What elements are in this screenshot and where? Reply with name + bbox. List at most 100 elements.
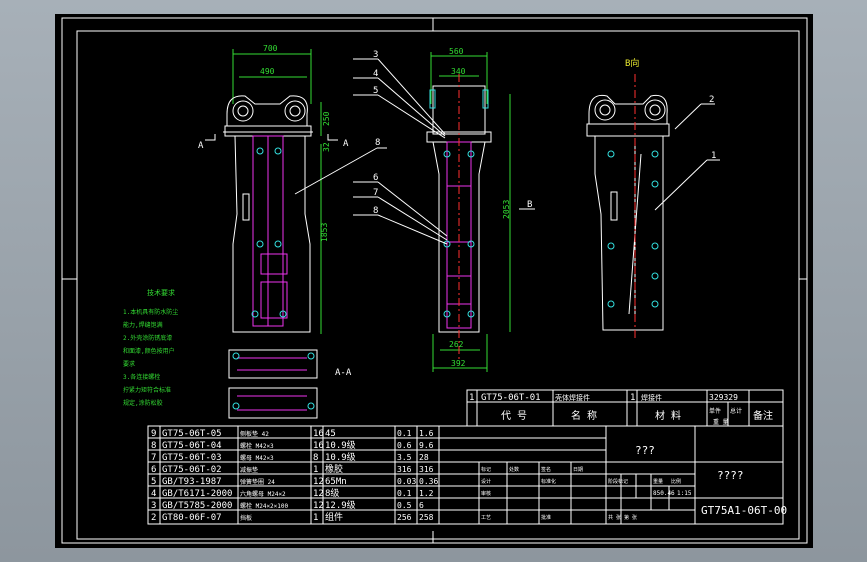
part-qty: 12 [313, 501, 324, 511]
part-w2: 6 [419, 501, 424, 510]
title-row-mat: 焊接件 [641, 393, 662, 402]
label-sign: 签名 [541, 466, 551, 473]
part-w2: 0.36 [419, 477, 438, 486]
label-mark: 标记 [481, 466, 491, 473]
part-name: 挡板 [240, 514, 252, 522]
part-code: GT75-06T-04 [162, 441, 222, 451]
part-no: 8 [151, 441, 156, 451]
part-code: GB/T93-1987 [162, 477, 222, 487]
title-row-no: 1 [469, 393, 474, 403]
part-no: 6 [151, 465, 156, 475]
part-w1: 0.03 [397, 477, 416, 486]
part-no: 5 [151, 477, 156, 487]
cad-viewport: 700 490 250 32 1853 A A 8 A-A 560 340 20… [0, 0, 867, 562]
balloon-8: 7 [373, 188, 378, 198]
label-sheet: 共 张 第 张 [608, 514, 637, 521]
part-w1: 0.5 [397, 501, 412, 510]
part-qty: 16 [313, 441, 324, 451]
part-w1: 0.1 [397, 489, 412, 498]
notes-title: 技术要求 [147, 288, 175, 297]
part-name: 螺栓 M24×2×100 [240, 502, 289, 510]
dim-700: 700 [263, 44, 278, 53]
title-row-qty: 1 [630, 393, 635, 403]
side-view: 560 340 2053 262 392 B 3 4 5 6 7 8 [353, 47, 535, 372]
part-qty: 1 [313, 513, 318, 523]
part-qty: 16 [313, 429, 324, 439]
part-name: 螺栓 M42×3 [240, 442, 274, 450]
part-qty: 12 [313, 489, 324, 499]
part-name: 螺母 M42×3 [240, 454, 274, 462]
section-a-right: A [343, 139, 349, 149]
section-a-left: A [198, 141, 204, 151]
front-view: 700 490 250 32 1853 A A 8 [198, 44, 387, 334]
part-mat: 12.9级 [325, 499, 356, 511]
parts-header: 1 GT75-06T-01 壳体焊接件 1 焊接件 329329 代 号 名 称… [466, 389, 784, 427]
notes-line: 3.各连接螺栓 [123, 373, 160, 381]
scale-value: 1:15 [677, 490, 692, 497]
part-mat: 8级 [325, 487, 339, 499]
notes-line: 和面漆,颜色按用户 [123, 347, 175, 355]
part-w2: 316 [419, 465, 434, 474]
technical-notes: 技术要求 1.本机具有防水防尘 能力,焊缝饱满 2.外壳涂防锈底漆 和面漆,颜色… [123, 288, 178, 407]
part-code: GB/T6171-2000 [162, 489, 232, 499]
part-w2: 1.2 [419, 489, 434, 498]
notes-line: 能力,焊缝饱满 [123, 321, 163, 329]
dim-250: 250 [322, 111, 331, 126]
part-mat: 10.9级 [325, 439, 356, 451]
part-w1: 0.1 [397, 429, 412, 438]
section-aa-label: A-A [335, 368, 352, 378]
notes-line: 1.本机具有防水防尘 [123, 308, 178, 316]
notes-line: 规定,涂防松胶 [123, 399, 163, 407]
label-standard: 标准化 [541, 478, 556, 485]
label-zone: 处数 [509, 466, 519, 473]
balloon-7: 6 [373, 173, 378, 183]
label-stage: 阶段标记 [608, 478, 628, 485]
title-row-name: 壳体焊接件 [555, 393, 590, 402]
part-code: GB/T5785-2000 [162, 501, 232, 511]
dim-1853: 1853 [320, 223, 329, 242]
drawing-name: ???? [717, 469, 744, 482]
header-unit-weight: 单件 [709, 407, 721, 415]
balloon-6: 8 [375, 138, 380, 148]
header-remark: 备注 [753, 409, 773, 422]
balloon-9: 8 [373, 206, 378, 216]
dim-32: 32 [322, 142, 331, 152]
header-total-weight: 总计 [730, 407, 742, 415]
part-no: 4 [151, 489, 156, 499]
dim-560: 560 [449, 47, 464, 56]
section-aa: A-A [228, 349, 352, 419]
label-approve: 批准 [541, 514, 551, 521]
balloon-1: 1 [711, 151, 716, 161]
part-w2: 28 [419, 453, 429, 462]
header-weight: 重 量 [713, 418, 729, 426]
part-code: GT80-06F-07 [162, 513, 222, 523]
balloon-5: 5 [373, 86, 378, 96]
part-mat: 组件 [325, 511, 343, 523]
weight-value: 850.46 [653, 490, 675, 497]
header-material: 材 料 [655, 409, 681, 422]
part-code: GT75-06T-03 [162, 453, 222, 463]
part-qty: 1 [313, 465, 318, 475]
part-w1: 316 [397, 465, 412, 474]
dim-392: 392 [451, 359, 466, 368]
part-w2: 1.6 [419, 429, 434, 438]
part-w1: 0.6 [397, 441, 412, 450]
label-process: 工艺 [481, 515, 491, 521]
dim-340: 340 [451, 67, 466, 76]
title-row-code: GT75-06T-01 [481, 393, 541, 403]
notes-line: 拧紧力矩符合标准 [123, 386, 171, 394]
label-design: 设计 [481, 478, 491, 485]
part-no: 7 [151, 453, 156, 463]
part-mat: 10.9级 [325, 451, 356, 463]
dim-262: 262 [449, 340, 464, 349]
part-mat: 45 [325, 429, 336, 439]
balloon-4: 4 [373, 69, 378, 79]
balloon-3: 3 [373, 50, 378, 60]
dim-490: 490 [260, 67, 275, 76]
title-row-weight: 329329 [709, 393, 738, 402]
view-b: B向 2 1 [586, 57, 720, 339]
part-name: 减振垫 [240, 466, 258, 474]
part-w1: 3.5 [397, 453, 412, 462]
part-no: 3 [151, 501, 156, 511]
part-w2: 258 [419, 513, 434, 522]
